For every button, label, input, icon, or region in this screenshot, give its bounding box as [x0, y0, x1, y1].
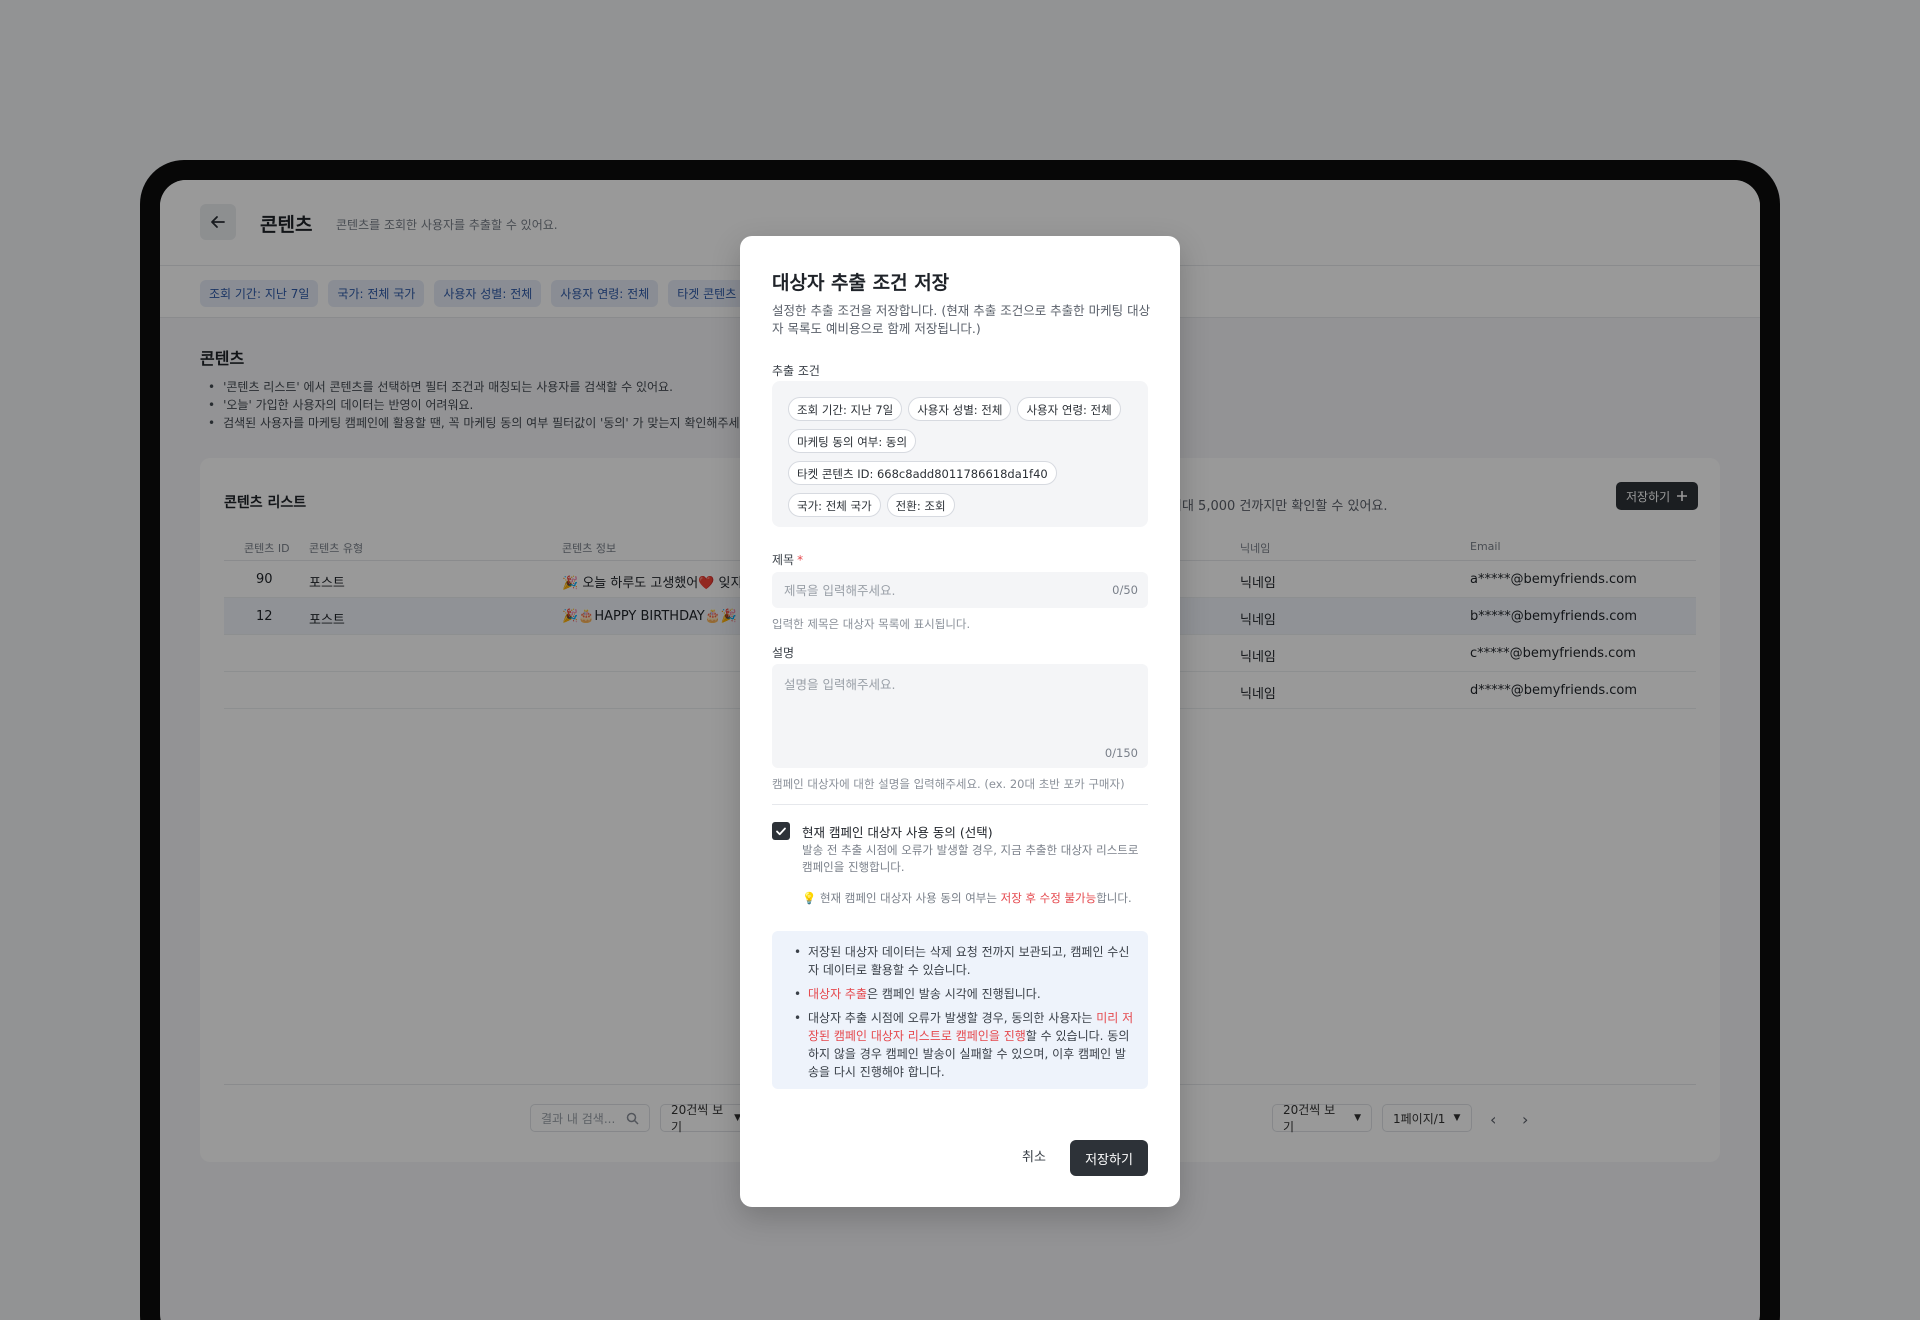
submit-save-button[interactable]: 저장하기	[1070, 1140, 1148, 1176]
condition-chip: 타켓 콘텐츠 ID: 668c8add8011786618da1f40	[788, 461, 1057, 485]
condition-chip: 사용자 성별: 전체	[908, 397, 1012, 421]
conditions-box: 조회 기간: 지난 7일 사용자 성별: 전체 사용자 연령: 전체 마케팅 동…	[772, 381, 1148, 527]
title-label-text: 제목	[772, 553, 795, 567]
save-conditions-modal: 대상자 추출 조건 저장 설정한 추출 조건을 저장합니다. (현재 추출 조건…	[740, 236, 1180, 1207]
title-input[interactable]	[772, 572, 1072, 608]
check-icon	[776, 827, 786, 836]
description-input[interactable]	[772, 664, 1132, 734]
condition-chip: 마케팅 동의 여부: 동의	[788, 429, 917, 453]
desc-counter: 0/150	[1104, 746, 1138, 760]
desc-hint: 캠페인 대상자에 대한 설명을 입력해주세요. (ex. 20대 초반 포카 구…	[772, 777, 1125, 791]
conditions-label: 추출 조건	[772, 364, 820, 378]
modal-title: 대상자 추출 조건 저장	[772, 272, 950, 294]
title-field[interactable]: 0/50	[772, 572, 1148, 608]
info-item: 대상자 추출 시점에 오류가 발생할 경우, 동의한 사용자는 미리 저장된 캠…	[790, 1009, 1134, 1081]
info-item: 대상자 추출은 캠페인 발송 시각에 진행됩니다.	[790, 985, 1134, 1003]
tip-prefix: 💡 현재 캠페인 대상자 사용 동의 여부는	[802, 891, 1001, 905]
condition-chip: 국가: 전체 국가	[788, 493, 881, 517]
required-marker: *	[797, 553, 804, 567]
info-highlight: 대상자 추출	[808, 987, 868, 1001]
consent-tip: 💡 현재 캠페인 대상자 사용 동의 여부는 저장 후 수정 불가능합니다.	[802, 890, 1132, 906]
condition-chip: 전환: 조회	[886, 493, 955, 517]
title-counter: 0/50	[1112, 583, 1138, 597]
consent-label[interactable]: 현재 캠페인 대상자 사용 동의 (선택)	[802, 822, 993, 841]
desc-label: 설명	[772, 646, 795, 660]
cancel-button[interactable]: 취소	[1022, 1146, 1046, 1165]
consent-description: 발송 전 추출 시점에 오류가 발생할 경우, 지금 추출한 대상자 리스트로 …	[802, 843, 1139, 874]
info-text: 은 캠페인 발송 시각에 진행됩니다.	[867, 987, 1041, 1001]
info-box: 저장된 대상자 데이터는 삭제 요청 전까지 보관되고, 캠페인 수신자 데이터…	[772, 931, 1148, 1089]
consent-checkbox[interactable]	[772, 822, 790, 840]
condition-chip: 조회 기간: 지난 7일	[788, 397, 903, 421]
modal-description: 설정한 추출 조건을 저장합니다. (현재 추출 조건으로 추출한 마케팅 대상…	[772, 303, 1151, 336]
tip-suffix: 합니다.	[1096, 891, 1132, 905]
title-hint: 입력한 제목은 대상자 목록에 표시됩니다.	[772, 617, 971, 631]
description-field[interactable]: 0/150	[772, 664, 1148, 768]
condition-chip: 사용자 연령: 전체	[1017, 397, 1121, 421]
tip-highlight: 저장 후 수정 불가능	[1000, 891, 1097, 905]
info-text: 대상자 추출 시점에 오류가 발생할 경우, 동의한 사용자는	[808, 1011, 1097, 1025]
title-label: 제목 *	[772, 551, 803, 568]
info-item: 저장된 대상자 데이터는 삭제 요청 전까지 보관되고, 캠페인 수신자 데이터…	[790, 943, 1134, 979]
